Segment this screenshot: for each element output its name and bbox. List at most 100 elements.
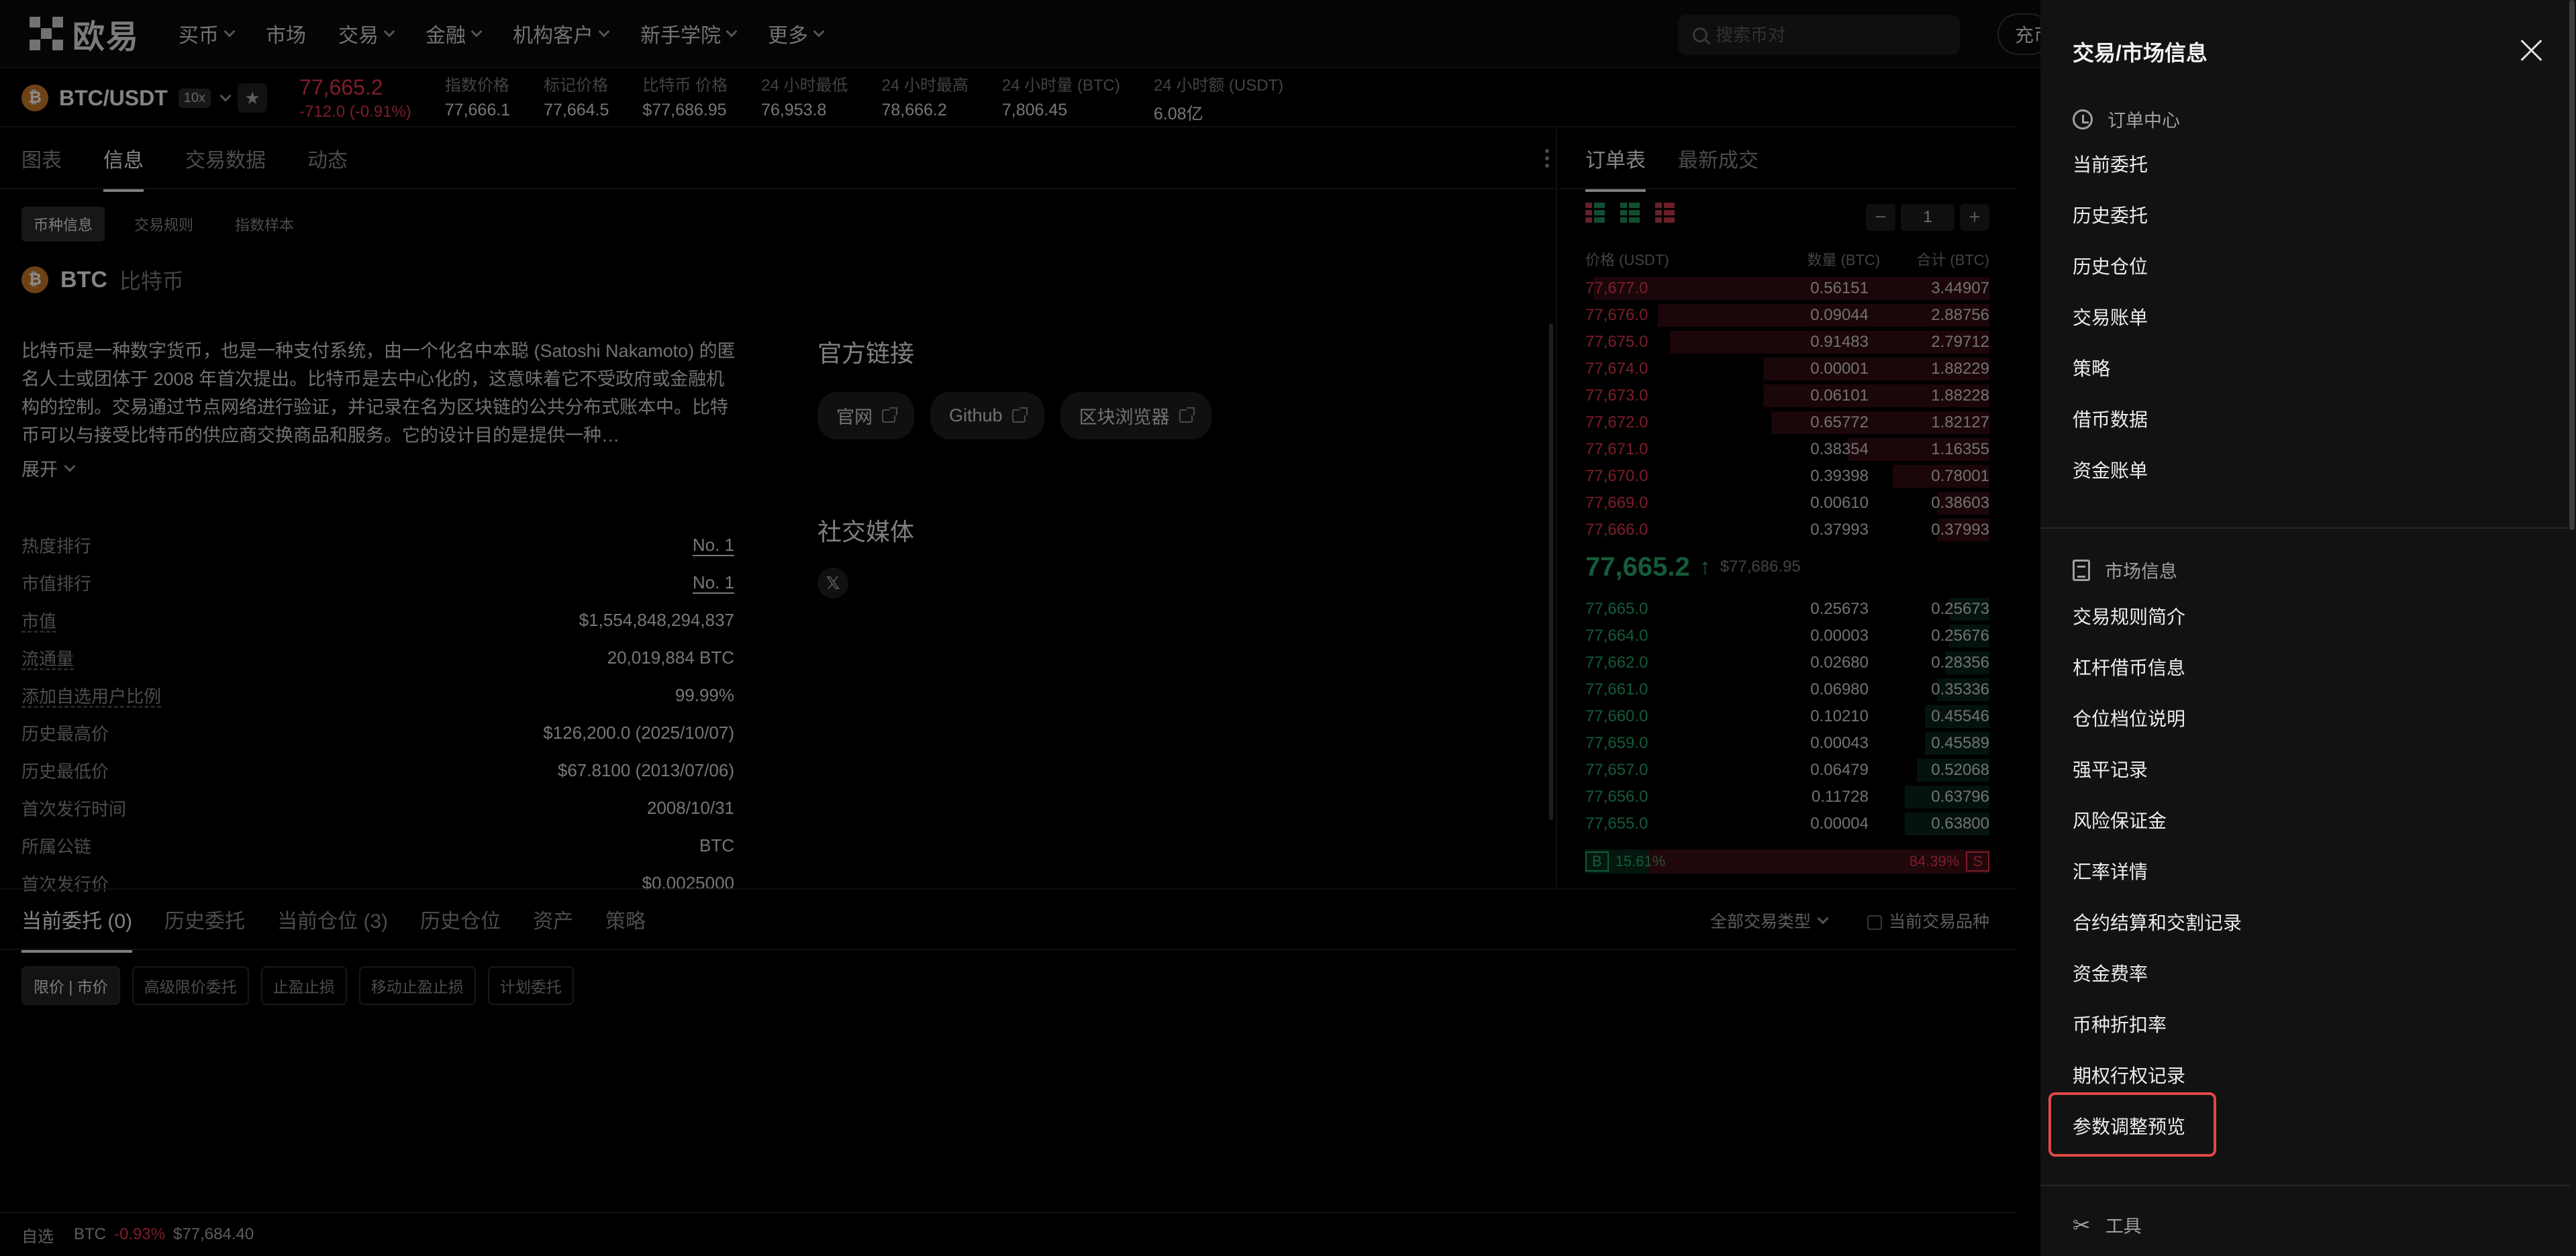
ask-row[interactable]: 77,674.0 0.00001 1.88229 xyxy=(1560,356,2016,382)
filter-trailing-stop[interactable]: 移动止盈止损 xyxy=(358,966,476,1005)
ask-row[interactable]: 77,673.0 0.06101 1.88228 xyxy=(1560,382,2016,409)
price-change: -712.0 (-0.91%) xyxy=(299,102,411,121)
subtab-index-sample[interactable]: 指数样本 xyxy=(223,207,306,242)
ask-row[interactable]: 77,672.0 0.65772 1.82127 xyxy=(1560,409,2016,436)
tab-trading-data[interactable]: 交易数据 xyxy=(185,144,266,173)
tab-positions[interactable]: 当前仓位 (3) xyxy=(277,904,388,934)
drawer-item-funding-bill[interactable]: 资金账单 xyxy=(2073,456,2148,483)
current-instrument-checkbox[interactable]: 当前交易品种 xyxy=(1867,908,1989,933)
bid-row[interactable]: 77,660.0 0.10210 0.45546 xyxy=(1560,703,2016,730)
trade-type-dropdown[interactable]: 全部交易类型 xyxy=(1710,908,1829,933)
nav-item-markets[interactable]: 市场 xyxy=(266,19,306,48)
link-website[interactable]: 官网 xyxy=(818,392,914,439)
watchlist-ticker[interactable]: BTC -0.93% $77,684.40 xyxy=(74,1225,254,1244)
view-both-icon[interactable] xyxy=(1585,203,1605,223)
bid-row[interactable]: 77,665.0 0.25673 0.25673 xyxy=(1560,596,2016,623)
subtab-coin-info[interactable]: 币种信息 xyxy=(21,207,105,242)
ask-row[interactable]: 77,676.0 0.09044 2.88756 xyxy=(1560,302,2016,329)
drawer-item-trading-rules[interactable]: 交易规则简介 xyxy=(2073,603,2185,629)
tab-strategies[interactable]: 策略 xyxy=(605,904,646,934)
tab-open-orders[interactable]: 当前委托 (0) xyxy=(21,904,132,953)
tab-recent-trades[interactable]: 最新成交 xyxy=(1678,144,1758,173)
subtab-trading-rules[interactable]: 交易规则 xyxy=(122,207,205,242)
info-value[interactable]: No. 1 xyxy=(693,535,734,556)
btc-coin-icon: ₿ xyxy=(21,266,48,293)
info-value[interactable]: No. 1 xyxy=(693,572,734,593)
ask-row[interactable]: 77,669.0 0.00610 0.38603 xyxy=(1560,490,2016,517)
drawer-item-liquidations[interactable]: 强平记录 xyxy=(2073,755,2148,782)
view-asks-icon[interactable] xyxy=(1655,203,1675,223)
filter-advanced-limit[interactable]: 高级限价委托 xyxy=(132,966,249,1005)
bid-row[interactable]: 77,656.0 0.11728 0.63796 xyxy=(1560,784,2016,810)
increase-precision-button[interactable]: + xyxy=(1960,204,1989,231)
nav-item-buy-crypto[interactable]: 买币 xyxy=(179,19,236,48)
ask-row[interactable]: 77,670.0 0.39398 0.78001 xyxy=(1560,463,2016,490)
info-key[interactable]: 添加自选用户比例 xyxy=(21,683,161,708)
x-twitter-icon[interactable]: 𝕏 xyxy=(818,568,848,598)
info-scrollbar[interactable] xyxy=(1549,323,1553,820)
more-options-icon[interactable] xyxy=(1545,149,1549,168)
pair-selector[interactable]: ₿ BTC/USDT 10x xyxy=(21,85,232,111)
row-qty: 0.06479 xyxy=(1810,761,1869,779)
link-explorer[interactable]: 区块浏览器 xyxy=(1060,392,1211,439)
tab-order-history[interactable]: 历史委托 xyxy=(164,904,245,934)
favorite-star-icon[interactable]: ★ xyxy=(238,83,268,113)
bid-row[interactable]: 77,662.0 0.02680 0.28356 xyxy=(1560,649,2016,676)
nav-item-academy[interactable]: 新手学院 xyxy=(640,19,738,48)
drawer-item-margin-borrow[interactable]: 杠杆借币信息 xyxy=(2073,653,2185,680)
drawer-item-position-tiers[interactable]: 仓位档位说明 xyxy=(2073,704,2185,731)
nav-item-institutional[interactable]: 机构客户 xyxy=(513,19,610,48)
drawer-item-trading-bill[interactable]: 交易账单 xyxy=(2073,303,2148,330)
bid-row[interactable]: 77,661.0 0.06980 0.35336 xyxy=(1560,676,2016,703)
drawer-item-option-exercise[interactable]: 期权行权记录 xyxy=(2073,1061,2185,1088)
close-icon[interactable] xyxy=(2520,39,2542,62)
drawer-item-order-history[interactable]: 历史委托 xyxy=(2073,201,2148,228)
info-key[interactable]: 流通量 xyxy=(21,645,74,670)
okx-logo[interactable]: 欧易 xyxy=(30,10,140,57)
link-github[interactable]: Github xyxy=(930,392,1044,439)
nav-label: 交易 xyxy=(338,25,379,47)
info-key[interactable]: 市值 xyxy=(21,608,56,633)
coin-description: 比特币是一种数字货币，也是一种支付系统，由一个化名中本聪 (Satoshi Na… xyxy=(21,341,736,446)
nav-label: 新手学院 xyxy=(640,25,722,47)
search-input[interactable] xyxy=(1716,24,1944,46)
filter-limit-market[interactable]: 限价 | 市价 xyxy=(21,966,120,1005)
bid-row[interactable]: 77,659.0 0.00043 0.45589 xyxy=(1560,730,2016,757)
filter-tp-sl[interactable]: 止盈止损 xyxy=(260,966,347,1005)
ask-row[interactable]: 77,675.0 0.91483 2.79712 xyxy=(1560,329,2016,356)
ask-row[interactable]: 77,666.0 0.37993 0.37993 xyxy=(1560,517,2016,543)
tab-chart[interactable]: 图表 xyxy=(21,144,62,173)
tab-info[interactable]: 信息 xyxy=(103,144,144,192)
view-bids-icon[interactable] xyxy=(1620,203,1640,223)
bid-row[interactable]: 77,655.0 0.00004 0.63800 xyxy=(1560,810,2016,837)
nav-item-finance[interactable]: 金融 xyxy=(426,19,483,48)
drawer-item-funding-rate[interactable]: 资金费率 xyxy=(2073,959,2148,986)
drawer-item-exchange-rate[interactable]: 汇率详情 xyxy=(2073,857,2148,884)
filter-trigger-order[interactable]: 计划委托 xyxy=(487,966,574,1005)
drawer-item-settlement-delivery[interactable]: 合约结算和交割记录 xyxy=(2073,908,2242,935)
watchlist-label[interactable]: 自选 xyxy=(21,1223,54,1247)
chevron-down-icon xyxy=(224,25,236,38)
tab-position-history[interactable]: 历史仓位 xyxy=(420,904,501,934)
ask-row[interactable]: 77,677.0 0.56151 3.44907 xyxy=(1560,275,2016,302)
ask-row[interactable]: 77,671.0 0.38354 1.16355 xyxy=(1560,436,2016,463)
nav-item-trade[interactable]: 交易 xyxy=(338,19,395,48)
drawer-item-open-orders[interactable]: 当前委托 xyxy=(2073,150,2148,177)
tab-assets[interactable]: 资产 xyxy=(533,904,573,934)
tab-feed[interactable]: 动态 xyxy=(307,144,348,173)
stat-btc-price[interactable]: 比特币 价格 $77,686.95 xyxy=(642,72,728,125)
drawer-item-discount-rate[interactable]: 币种折扣率 xyxy=(2073,1010,2167,1037)
row-total: 0.45589 xyxy=(1931,734,1989,752)
drawer-item-risk-margin[interactable]: 风险保证金 xyxy=(2073,806,2167,833)
precision-value[interactable]: 1 xyxy=(1901,204,1954,231)
drawer-item-position-history[interactable]: 历史仓位 xyxy=(2073,252,2148,279)
bid-row[interactable]: 77,657.0 0.06479 0.52068 xyxy=(1560,757,2016,784)
decrease-precision-button[interactable]: − xyxy=(1866,204,1895,231)
tab-order-book[interactable]: 订单表 xyxy=(1585,144,1646,192)
nav-item-more[interactable]: 更多 xyxy=(768,19,825,48)
drawer-item-borrow-data[interactable]: 借币数据 xyxy=(2073,405,2148,432)
bid-row[interactable]: 77,664.0 0.00003 0.25676 xyxy=(1560,623,2016,649)
drawer-scrollbar[interactable] xyxy=(2569,0,2575,530)
expand-button[interactable]: 展开 xyxy=(21,455,76,481)
drawer-item-strategies[interactable]: 策略 xyxy=(2073,354,2110,381)
